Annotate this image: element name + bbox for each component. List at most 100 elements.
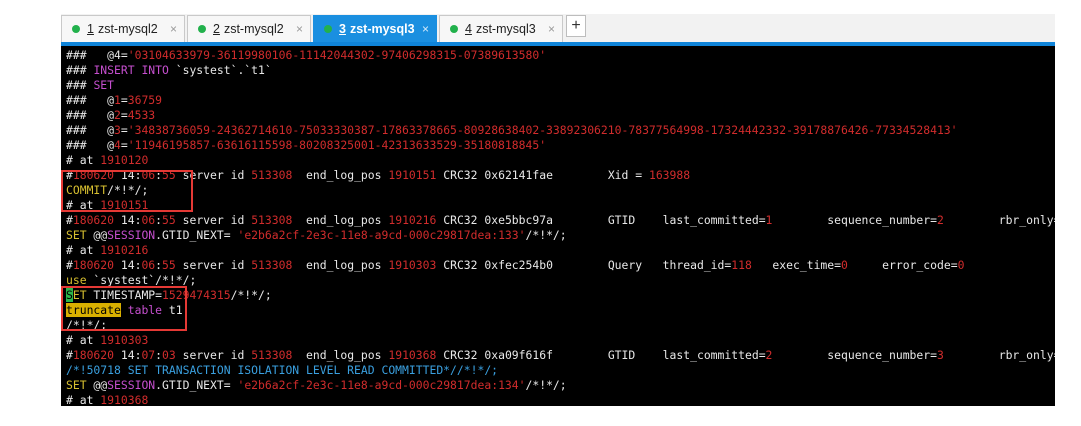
terminal-text-segment: 180620 [72,213,115,227]
terminal-text-segment: = [120,123,128,137]
terminal-text-segment: `systest`/*!*/; [86,273,197,287]
terminal-text-segment: `systest`.`t1` [168,63,272,77]
terminal-text-segment: server id [175,213,252,227]
terminal-text-segment: 163988 [648,168,691,182]
tab-zst-mysql3-4[interactable]: 4 zst-mysql3 × [439,15,563,42]
terminal-text-segment: 118 [731,258,752,272]
terminal-text-segment: 14: [114,348,142,362]
close-icon[interactable]: × [170,22,177,36]
terminal-text-segment: # at [66,393,101,406]
terminal-text-segment: 1910303 [100,333,149,347]
terminal-text-segment: 1910303 [388,258,437,272]
terminal-line: # at 1910303 [66,333,148,348]
terminal-text-segment: '11946195857-63616115598-80208325001-423… [127,138,547,152]
terminal-text-segment: sequence_number= [772,348,937,362]
terminal-line: #180620 14:07:03 server id 513308 end_lo… [66,348,1055,363]
terminal-line: SET @@SESSION.GTID_NEXT= 'e2b6a2cf-2e3c-… [66,228,567,243]
tab-zst-mysql2-1[interactable]: 1 zst-mysql2 × [61,15,185,42]
terminal-line: ### INSERT INTO `systest`.`t1` [66,63,272,78]
terminal-line: #180620 14:06:55 server id 513308 end_lo… [66,213,1055,228]
terminal-output[interactable]: ### @4='03104633979-36119980106-11142044… [61,46,1055,406]
terminal-text-segment: end_log_pos [292,258,389,272]
close-icon[interactable]: × [296,22,303,36]
terminal-text-segment: 07 [141,348,156,362]
terminal-text-segment: 1910368 [388,348,437,362]
terminal-text-segment: 'e2b6a2cf-2e3c-11e8-a9cd-000c29817dea:13… [237,378,526,392]
terminal-line: # at 1910368 [66,393,148,406]
tab-zst-mysql3-3[interactable]: 3 zst-mysql3 × [313,15,437,42]
terminal-text-segment: SET [66,228,87,242]
terminal-text-segment: 55 [162,213,176,227]
terminal-text-segment: 513308 [251,168,293,182]
tab-label: zst-mysql3 [475,22,536,36]
terminal-text-segment: 06 [141,258,156,272]
terminal-text-segment: = [120,108,128,122]
terminal-window: 1 zst-mysql2 × 2 zst-mysql2 × 3 zst-mysq… [61,14,1055,406]
terminal-text-segment: 1910368 [100,393,149,406]
terminal-text-segment: # at [66,153,101,167]
terminal-text-segment: 0 [841,258,848,272]
terminal-text-segment: INSERT INTO [93,63,169,77]
terminal-text-segment: ### @ [66,93,115,107]
terminal-text-segment: end_log_pos [292,348,389,362]
terminal-text-segment: 1910120 [100,153,149,167]
connected-status-icon [72,25,80,33]
terminal-text-segment: : [155,213,163,227]
terminal-text-segment: use [66,273,87,287]
terminal-line: ### SET [66,78,114,93]
terminal-text-segment: : [155,258,163,272]
terminal-text-segment: SET [93,78,115,92]
terminal-text-segment: ### @4= [66,48,128,62]
terminal-line: /*!50718 SET TRANSACTION ISOLATION LEVEL… [66,363,498,378]
terminal-text-segment: CRC32 0xfec254b0 Query thread_id= [436,258,732,272]
terminal-text-segment: 513308 [251,213,293,227]
terminal-text-segment: 1910216 [388,213,437,227]
terminal-text-segment: ### @ [66,123,115,137]
terminal-text-segment: server id [175,258,252,272]
tab-bar: 1 zst-mysql2 × 2 zst-mysql2 × 3 zst-mysq… [61,14,1055,46]
new-tab-button[interactable]: + [566,15,586,37]
close-icon[interactable]: × [422,22,429,36]
terminal-text-segment: 1910151 [388,168,437,182]
tab-number: 1 [87,22,94,36]
terminal-line: # at 1910216 [66,243,148,258]
terminal-text-segment: ### [66,63,94,77]
terminal-text-segment: 3 [937,348,944,362]
terminal-text-segment: 03 [162,348,176,362]
tab-number: 4 [465,22,472,36]
terminal-text-segment: 14: [114,258,142,272]
terminal-text-segment: 14: [114,213,142,227]
terminal-text-segment: 180620 [72,258,115,272]
terminal-text-segment: /*!*/; [525,378,567,392]
terminal-text-segment: 180620 [72,348,115,362]
terminal-line: ### @1=36759 [66,93,162,108]
terminal-text-segment: # at [66,333,101,347]
tab-zst-mysql2-2[interactable]: 2 zst-mysql2 × [187,15,311,42]
terminal-text-segment: SET [66,378,87,392]
terminal-text-segment: 1 [114,93,121,107]
terminal-text-segment: 36759 [127,93,163,107]
terminal-text-segment: 4 [114,138,121,152]
terminal-text-segment: CRC32 0x62141fae Xid = [436,168,649,182]
terminal-line: ### @4='11946195857-63616115598-80208325… [66,138,546,153]
terminal-text-segment: # [66,348,73,362]
tab-number: 3 [339,22,346,36]
terminal-text-segment: end_log_pos [292,213,389,227]
terminal-text-segment: # [66,213,73,227]
terminal-text-segment: .GTID_NEXT= [155,378,238,392]
terminal-text-segment: sequence_number= [772,213,937,227]
terminal-text-segment: 4533 [127,108,156,122]
tab-label: zst-mysql2 [223,22,284,36]
terminal-text-segment: : [155,348,163,362]
terminal-text-segment: CRC32 0xa09f616f GTID last_committed= [436,348,766,362]
terminal-text-segment: '34838736059-24362714610-75033330387-178… [127,123,958,137]
terminal-text-segment: rbr_only=no [998,213,1055,227]
close-icon[interactable]: × [548,22,555,36]
terminal-text-segment: 2 [937,213,944,227]
terminal-text-segment: error_code= [847,258,958,272]
terminal-text-segment: # [66,258,73,272]
terminal-line: # at 1910120 [66,153,148,168]
terminal-text-segment: .GTID_NEXT= [155,228,238,242]
terminal-text-segment: @@ [86,378,108,392]
tab-label: zst-mysql2 [97,22,158,36]
